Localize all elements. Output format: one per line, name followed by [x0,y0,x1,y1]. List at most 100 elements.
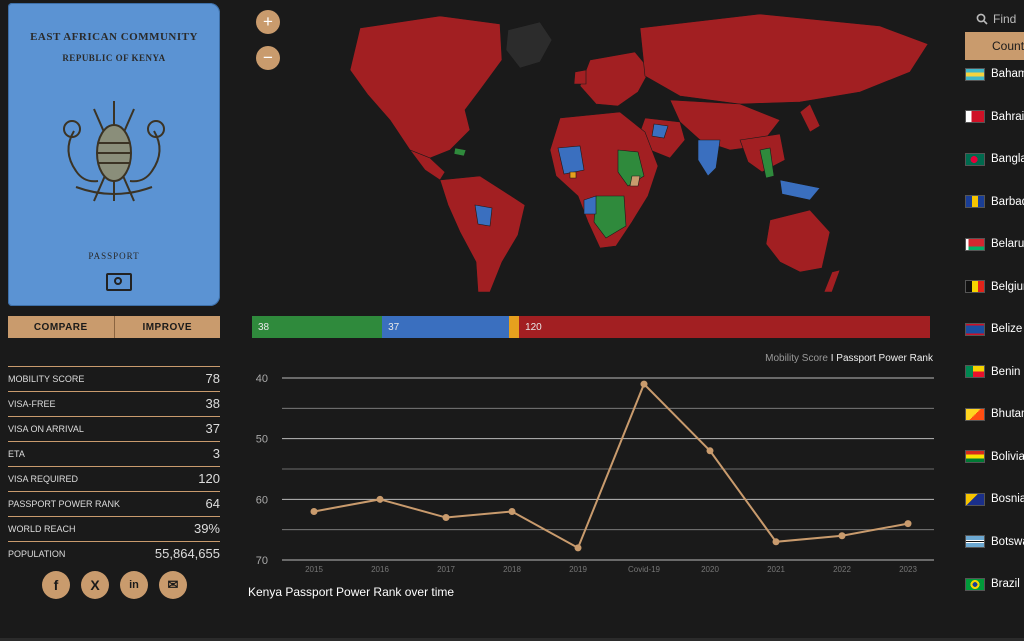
facebook-icon[interactable]: f [42,571,70,599]
country-item-bangladesh[interactable]: Bangladesh [965,138,1024,180]
stat-row: POPULATION 55,864,655 [8,541,220,565]
x-tick-label: 2018 [503,565,521,574]
x-tick-label: 2021 [767,565,785,574]
passport-line-community: EAST AFRICAN COMMUNITY [30,31,198,43]
stat-label: POPULATION [8,548,66,559]
country-name: Bhutan [991,408,1024,420]
data-point[interactable] [706,447,714,455]
country-item-bhutan[interactable]: Bhutan [965,393,1024,435]
data-point[interactable] [442,514,450,522]
x-tick-label: 2016 [371,565,389,574]
bahamas-flag-icon [965,67,985,81]
power-rank-chart: 40 50 60 70 2015 2016 2017 2018 2019 Covid-19 2020… [256,373,934,574]
stat-value: 3 [212,446,220,461]
coat-of-arms-icon [63,101,165,202]
linkedin-icon[interactable]: in [120,571,148,599]
legend-power-rank[interactable]: Passport Power Rank [836,353,933,364]
x-tick-label: 2023 [899,565,917,574]
stat-value: 78 [205,371,220,386]
y-tick-label: 50 [256,434,268,446]
country-item-belize[interactable]: Belize [965,308,1024,350]
data-point[interactable] [640,380,648,388]
stat-label: VISA ON ARRIVAL [8,423,84,434]
country-name: Barbados [991,195,1024,208]
x-tick-label: 2022 [833,565,851,574]
stat-value: 38 [205,396,220,411]
passport-cover: EAST AFRICAN COMMUNITY REPUBLIC OF KENYA… [8,3,220,306]
y-tick-label: 70 [256,555,268,567]
country-name: Bosnia [991,493,1024,505]
improve-button[interactable]: IMPROVE [113,316,220,338]
stat-label: MOBILITY SCORE [8,373,85,384]
stat-label: ETA [8,448,25,459]
belgium-flag-icon [965,280,985,293]
bolivia-flag-icon [965,450,985,463]
stats-list: MOBILITY SCORE 78 VISA-FREE 38 VISA ON ARR… [8,366,220,566]
legend-separator: I [830,353,834,364]
botswana-flag-icon [965,535,985,548]
stat-label: PASSPORT POWER RANK [8,498,121,509]
compare-button[interactable]: COMPARE [8,316,114,338]
country-name: Benin [991,365,1021,378]
world-map[interactable] [240,0,955,305]
passport-label: PASSPORT [88,251,140,261]
country-item-botswana[interactable]: Botswana [965,521,1024,563]
data-point[interactable] [772,538,780,546]
email-icon[interactable]: ✉ [159,571,187,599]
legend-mobility-score[interactable]: Mobility Score [765,353,828,364]
zoom-out-button[interactable]: − [256,46,280,70]
barbados-flag-icon [965,195,985,208]
data-point[interactable] [310,507,318,515]
x-tick-label: Covid-19 [628,565,661,574]
stat-label: VISA REQUIRED [8,473,79,484]
bahrain-flag-icon [965,110,985,123]
country-name: Brazil [991,578,1020,590]
chart-legend: Mobility Score I Passport Power Rank [765,353,933,364]
data-point[interactable] [376,495,384,503]
bhutan-flag-icon [965,407,985,421]
breakdown-segment[interactable]: 120 [519,316,930,338]
x-icon[interactable]: X [81,571,109,599]
mobility-breakdown-bar: 38 37 120 [252,316,930,338]
benin-flag-icon [965,365,985,378]
country-name: Belgium [991,280,1024,293]
country-item-belgium[interactable]: Belgium [965,266,1024,308]
brazil-flag-icon [965,577,985,591]
country-name: Belize [991,323,1023,335]
x-tick-label: 2019 [569,565,587,574]
belarus-flag-icon [965,237,985,251]
country-item-belarus[interactable]: Belarus [965,223,1024,265]
country-item-bosnia[interactable]: Bosnia [965,478,1024,520]
x-tick-label: 2015 [305,565,323,574]
stat-row: ETA 3 [8,441,220,465]
country-item-bahrain[interactable]: Bahrain [965,96,1024,138]
breakdown-segment[interactable]: 38 [252,316,383,338]
zoom-in-button[interactable]: + [256,10,280,34]
country-item-benin[interactable]: Benin [965,351,1024,393]
stat-value: 39% [193,521,220,536]
data-point[interactable] [904,520,912,528]
passport-line-country: REPUBLIC OF KENYA [62,53,166,63]
biometric-chip-icon [106,273,132,291]
data-point[interactable] [508,507,516,515]
country-item-barbados[interactable]: Barbados [965,181,1024,223]
country-item-brazil[interactable]: Brazil [965,563,1024,605]
belize-flag-icon [965,322,985,336]
y-tick-label: 40 [256,373,268,385]
country-list-panel: Find Countries BahamasBahrainBangladeshB… [960,0,1024,641]
bosnia-flag-icon [965,492,985,506]
stat-row: VISA-FREE 38 [8,391,220,415]
country-item-bahamas[interactable]: Bahamas [965,53,1024,95]
x-tick-label: 2020 [701,565,719,574]
data-point[interactable] [574,544,582,552]
country-name: Botswana [991,535,1024,548]
breakdown-segment[interactable]: 37 [382,316,509,338]
country-item-bolivia[interactable]: Bolivia [965,436,1024,478]
stat-row: VISA ON ARRIVAL 37 [8,416,220,440]
country-name: Bangladesh [991,153,1024,165]
data-point[interactable] [838,532,846,540]
y-tick-label: 60 [256,494,268,506]
breakdown-segment[interactable] [508,316,520,338]
search-input[interactable]: Find [976,12,1016,26]
search-placeholder: Find [993,12,1017,26]
